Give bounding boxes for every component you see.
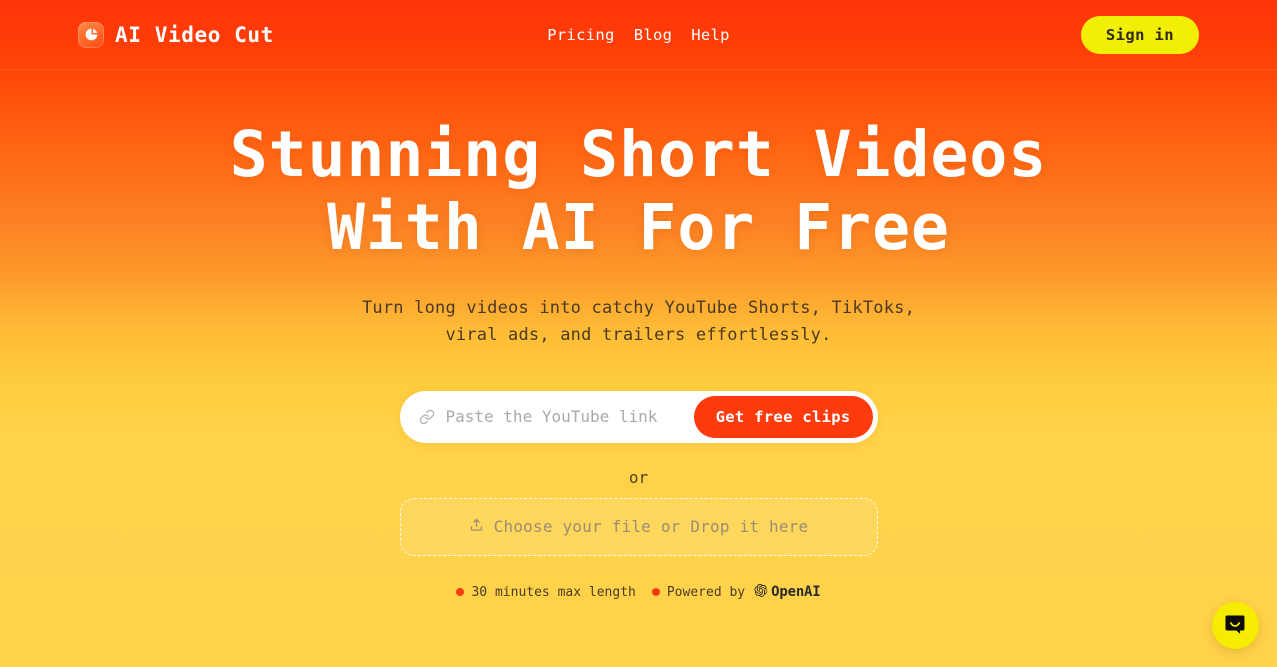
page-title: Stunning Short Videos With AI For Free [229,118,1048,265]
meta-item-powered-by: Powered by OpenAI [651,583,821,602]
pie-chart-logo-icon [78,21,104,48]
site-header: AI Video Cut Pricing Blog Help Sign in [0,0,1277,70]
divider-or-label: or [628,467,649,487]
hero-subtitle: Turn long videos into catchy YouTube Sho… [361,298,916,345]
chat-bubble-smile-icon [1223,612,1248,640]
nav-item-help[interactable]: Help [691,26,730,44]
hero-section: Stunning Short Videos With AI For Free T… [0,70,1277,602]
get-free-clips-button[interactable]: Get free clips [693,395,873,438]
file-drop-label: Choose your file or Drop it here [493,517,809,537]
meta-info-row: 30 minutes max length Powered by OpenAI [0,583,1277,602]
red-dot-icon [456,588,465,597]
file-drop-zone[interactable]: Choose your file or Drop it here [399,497,878,556]
powered-by-label: Powered by [666,584,746,600]
chat-launcher-button[interactable] [1212,602,1259,649]
nav-item-pricing[interactable]: Pricing [547,26,614,44]
brand-name: AI Video Cut [115,22,274,47]
openai-name: OpenAI [771,584,821,601]
brand-logo-link[interactable]: AI Video Cut [78,21,274,48]
meta-item-max-length: 30 minutes max length [456,584,636,600]
url-form: Get free clips [399,390,878,443]
nav-item-blog[interactable]: Blog [634,26,673,44]
link-icon [419,409,435,425]
red-dot-icon [651,588,660,597]
openai-badge: OpenAI [753,583,821,602]
upload-icon [469,517,484,536]
openai-logo-icon [753,583,768,602]
url-input-bar[interactable]: Get free clips [399,390,878,443]
youtube-link-input[interactable] [445,407,694,427]
main-nav: Pricing Blog Help [547,26,730,44]
max-length-label: 30 minutes max length [471,584,636,600]
sign-in-button[interactable]: Sign in [1080,15,1199,54]
